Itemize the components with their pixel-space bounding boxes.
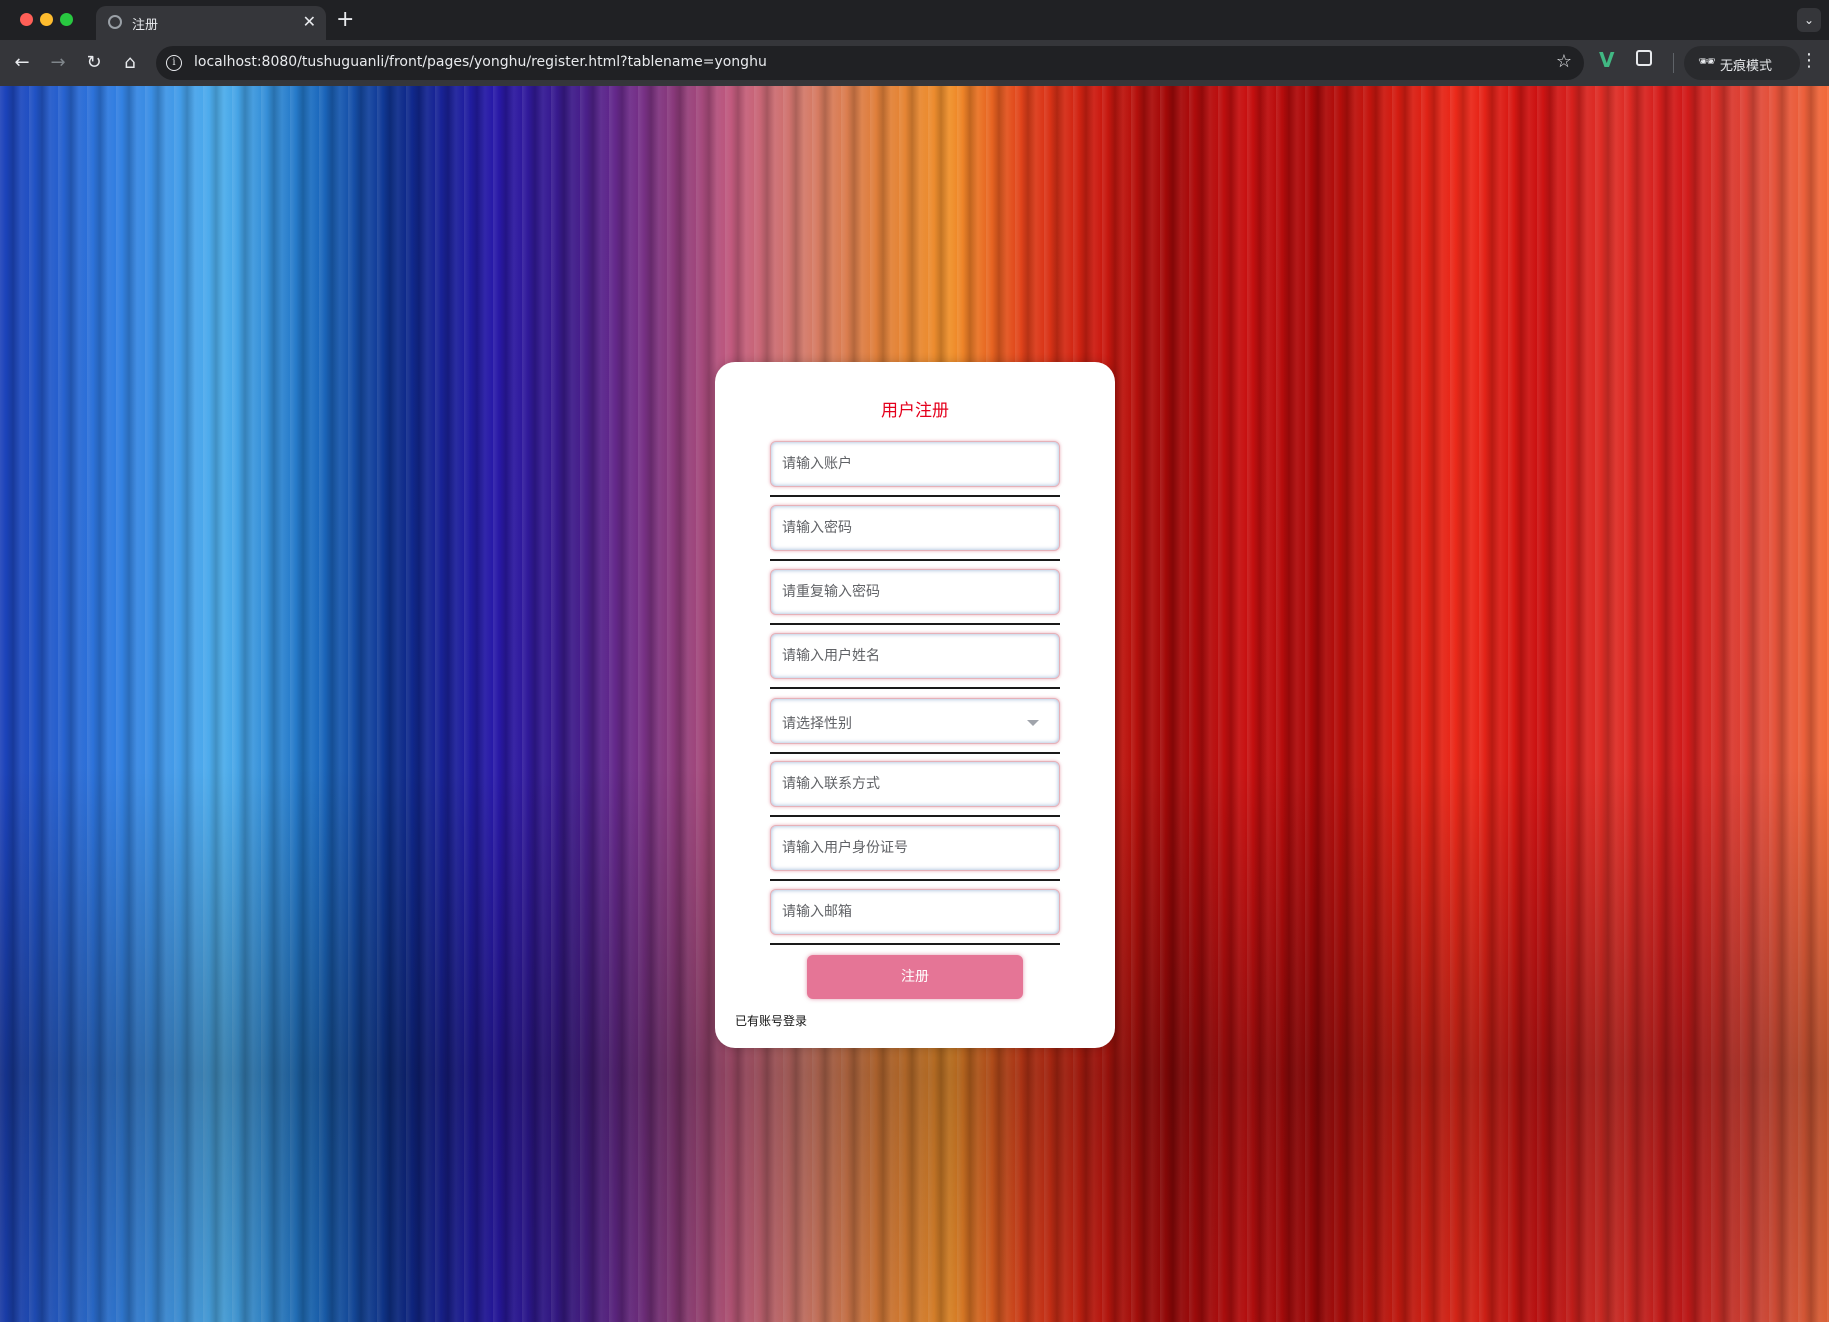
id-card-input[interactable] (771, 826, 1059, 870)
incognito-icon: 🕶 (1698, 54, 1716, 70)
close-window-button[interactable] (20, 13, 33, 26)
account-input[interactable] (771, 442, 1059, 486)
extensions-icon[interactable] (1636, 50, 1652, 66)
id-card-input-box (770, 825, 1060, 871)
register-button[interactable]: 注册 (807, 955, 1023, 999)
email-input[interactable] (771, 890, 1059, 934)
browser-toolbar: ← → ↻ ⌂ i localhost:8080/tushuguanli/fro… (0, 40, 1829, 86)
login-link[interactable]: 已有账号登录 (735, 1012, 807, 1029)
gender-select-placeholder: 请选择性别 (782, 716, 852, 732)
gender-field: 请选择性别 (770, 698, 1060, 754)
password-field (770, 505, 1060, 561)
incognito-label: 无痕模式 (1720, 59, 1773, 74)
browser-tab-strip: 注册 ✕ + ⌄ (0, 0, 1829, 40)
name-field (770, 633, 1060, 689)
bookmark-star-icon[interactable]: ☆ (1556, 51, 1572, 72)
password-input[interactable] (771, 506, 1059, 550)
home-button[interactable]: ⌂ (118, 51, 142, 75)
phone-input[interactable] (771, 762, 1059, 806)
phone-input-box (770, 761, 1060, 807)
maximize-window-button[interactable] (60, 13, 73, 26)
address-bar[interactable]: i localhost:8080/tushuguanli/front/pages… (156, 46, 1584, 80)
incognito-badge[interactable]: 🕶 无痕模式 (1684, 46, 1800, 80)
password-input-box (770, 505, 1060, 551)
repeat-password-input-box (770, 569, 1060, 615)
close-tab-icon[interactable]: ✕ (303, 12, 316, 31)
register-title: 用户注册 (881, 401, 949, 421)
gender-select[interactable]: 请选择性别 (770, 698, 1060, 744)
chevron-down-icon[interactable] (1027, 720, 1039, 726)
new-tab-button[interactable]: + (336, 6, 354, 34)
repeat-password-input[interactable] (771, 570, 1059, 614)
minimize-window-button[interactable] (40, 13, 53, 26)
url-text[interactable]: localhost:8080/tushuguanli/front/pages/y… (194, 54, 767, 70)
toolbar-divider (1673, 53, 1674, 73)
account-field (770, 441, 1060, 497)
name-input-box (770, 633, 1060, 679)
back-button[interactable]: ← (10, 51, 34, 75)
email-input-box (770, 889, 1060, 935)
repeat-password-field (770, 569, 1060, 625)
browser-menu-icon[interactable]: ⋮ (1800, 50, 1818, 71)
site-info-icon[interactable]: i (166, 55, 182, 71)
vue-devtools-icon[interactable]: V (1599, 48, 1614, 72)
tab-search-button[interactable]: ⌄ (1797, 8, 1821, 32)
forward-button[interactable]: → (46, 51, 70, 75)
browser-tab[interactable]: 注册 ✕ (96, 6, 326, 40)
globe-icon (108, 15, 122, 29)
email-field (770, 889, 1060, 945)
tab-title: 注册 (132, 18, 159, 33)
name-input[interactable] (771, 634, 1059, 678)
account-input-box (770, 441, 1060, 487)
phone-field (770, 761, 1060, 817)
reload-button[interactable]: ↻ (82, 51, 106, 75)
register-card: 用户注册 请选择性别 (715, 362, 1115, 1048)
id-card-field (770, 825, 1060, 881)
